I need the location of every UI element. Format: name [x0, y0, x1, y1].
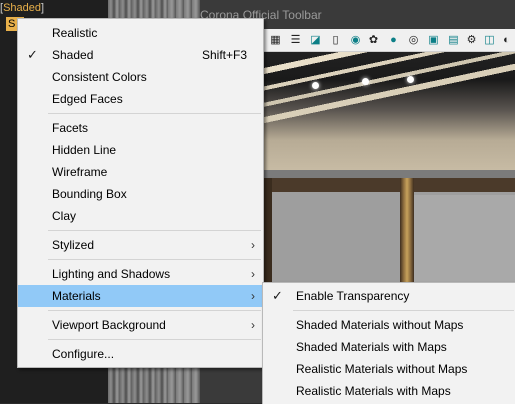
menu-item-clay[interactable]: Clay	[18, 205, 263, 227]
checkmark-icon: ✓	[27, 47, 38, 62]
viewport-shading-menu: Realistic ✓ Shaded Shift+F3 Consistent C…	[17, 18, 264, 368]
menu-item-viewport-background[interactable]: Viewport Background ›	[18, 314, 263, 336]
menu-item-realistic[interactable]: Realistic	[18, 22, 263, 44]
menu-separator	[48, 339, 261, 340]
sphere-icon[interactable]: ●	[386, 32, 401, 47]
submenu-item-enable-transparency[interactable]: ✓ Enable Transparency	[263, 285, 515, 307]
light-icon[interactable]: ◎	[406, 32, 421, 47]
link-icon[interactable]: ⚙	[464, 32, 479, 47]
menu-separator	[48, 310, 261, 311]
menu-item-hidden-line[interactable]: Hidden Line	[18, 139, 263, 161]
submenu-item-realistic-materials-without-maps[interactable]: Realistic Materials without Maps	[263, 358, 515, 380]
menu-separator	[48, 259, 261, 260]
submenu-item-realistic-materials-with-maps[interactable]: Realistic Materials with Maps	[263, 380, 515, 402]
menu-separator	[293, 310, 514, 311]
materials-submenu: ✓ Enable Transparency Shaded Materials w…	[262, 282, 515, 404]
menu-item-shaded[interactable]: ✓ Shaded Shift+F3	[18, 44, 263, 66]
chevron-right-icon: ›	[251, 267, 255, 281]
menu-item-edged-faces[interactable]: Edged Faces	[18, 88, 263, 110]
chevron-right-icon: ›	[251, 238, 255, 252]
gear-icon[interactable]: ✿	[366, 32, 381, 47]
eye-icon[interactable]: ◐	[499, 32, 514, 47]
grid-icon[interactable]: ▦	[268, 32, 283, 47]
menu-item-lighting-and-shadows[interactable]: Lighting and Shadows ›	[18, 263, 263, 285]
crop-icon[interactable]: ◫	[482, 32, 497, 47]
menu-separator	[48, 230, 261, 231]
menu-item-configure[interactable]: Configure...	[18, 343, 263, 365]
frame-icon[interactable]: ▣	[426, 32, 441, 47]
menu-item-facets[interactable]: Facets	[18, 117, 263, 139]
menu-item-consistent-colors[interactable]: Consistent Colors	[18, 66, 263, 88]
viewport-shading-label[interactable]: [Shaded]	[0, 2, 44, 14]
checkmark-icon: ✓	[272, 288, 283, 303]
ceiling	[262, 50, 515, 170]
shortcut-label: Shift+F3	[201, 48, 247, 62]
menu-item-materials[interactable]: Materials ›	[18, 285, 263, 307]
viewport-shading-text: Shaded	[3, 2, 41, 14]
ceiling-light	[312, 82, 319, 89]
corona-toolbar: ▦ ☰ ◪ ▯ ◉ ✿ ● ◎ ▣ ▤ ⚙ ◫ ◐	[262, 29, 515, 52]
corona-logo-icon[interactable]: ◪	[308, 32, 323, 47]
ceiling-light	[362, 78, 369, 85]
menu-separator	[48, 113, 261, 114]
menu-item-stylized[interactable]: Stylized ›	[18, 234, 263, 256]
chevron-right-icon: ›	[251, 289, 255, 303]
menu-item-wireframe[interactable]: Wireframe	[18, 161, 263, 183]
list-icon[interactable]: ☰	[288, 32, 303, 47]
ceiling-light	[407, 76, 414, 83]
submenu-item-shaded-materials-with-maps[interactable]: Shaded Materials with Maps	[263, 336, 515, 358]
camera-icon[interactable]: ▤	[446, 32, 461, 47]
menu-item-bounding-box[interactable]: Bounding Box	[18, 183, 263, 205]
chevron-right-icon: ›	[251, 318, 255, 332]
render-icon[interactable]: ◉	[348, 32, 363, 47]
submenu-item-shaded-materials-without-maps[interactable]: Shaded Materials without Maps	[263, 314, 515, 336]
wood-beam	[262, 178, 515, 192]
document-icon[interactable]: ▯	[328, 32, 343, 47]
